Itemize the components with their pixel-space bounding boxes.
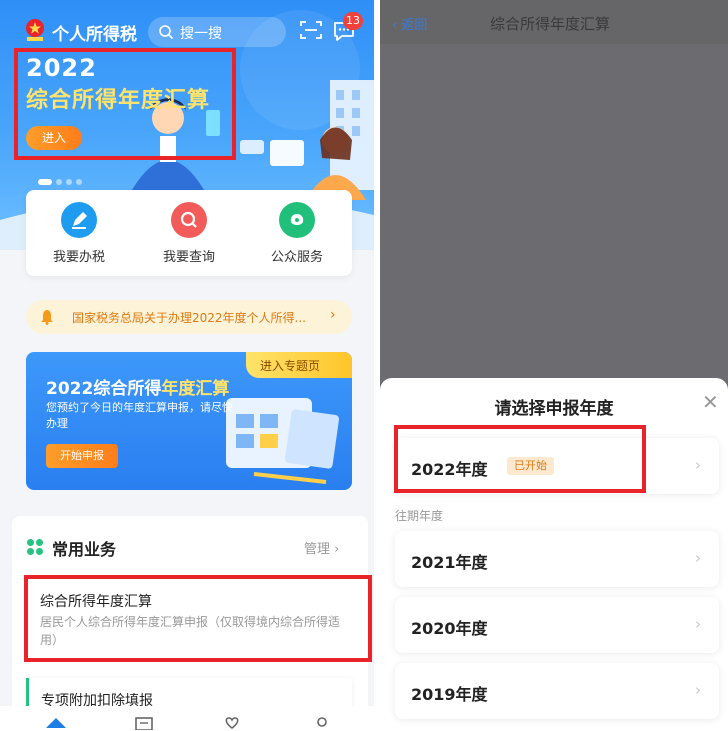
nav-bar: ‹ 返回 综合所得年度汇算: [380, 0, 728, 44]
carousel-dots: [38, 170, 86, 189]
search-icon: [159, 25, 174, 40]
quick-action-service[interactable]: 公众服务: [252, 202, 342, 265]
promo-card[interactable]: 进入专题页 2022综合所得年度汇算 您预约了今日的年度汇算申报，请尽快办理 开…: [26, 352, 352, 490]
quick-action-query[interactable]: 我要查询: [144, 202, 234, 265]
chevron-right-icon: ›: [695, 615, 701, 633]
promo-title: 2022综合所得年度汇算: [46, 379, 230, 399]
notice-text: 国家税务总局关于办理2022年度个人所得...: [72, 311, 306, 325]
home-tab-icon[interactable]: [44, 714, 68, 730]
year-option-past[interactable]: 2021年度 ›: [395, 531, 719, 587]
promo-description: 您预约了今日的年度汇算申报，请尽快办理: [46, 401, 233, 430]
promo-tag-label: 进入专题页: [260, 359, 321, 373]
back-button[interactable]: ‹ 返回: [392, 14, 427, 33]
close-icon[interactable]: ✕: [702, 390, 719, 414]
section-title: 常用业务: [52, 540, 117, 559]
bottom-tab-bar: [0, 706, 374, 731]
chevron-right-icon: ›: [330, 307, 336, 323]
service-icon: [279, 202, 315, 238]
sheet-title: 请选择申报年度: [494, 399, 614, 419]
nav-title: 综合所得年度汇算: [490, 15, 611, 33]
manage-link[interactable]: 管理 ›: [304, 538, 339, 557]
quick-action-label: 我要查询: [162, 250, 215, 265]
past-years-label: 往期年度: [395, 509, 444, 523]
year-label: 2020年度: [411, 619, 488, 638]
promo-topic-tag[interactable]: 进入专题页: [246, 352, 352, 378]
top-bar: 个人所得税 搜一搜 13: [0, 8, 374, 52]
year-option-past[interactable]: 2019年度 ›: [395, 663, 719, 719]
notice-bar[interactable]: 国家税务总局关于办理2022年度个人所得... ›: [26, 300, 352, 334]
search-icon: [171, 202, 207, 238]
quick-action-label: 我要办税: [52, 250, 105, 265]
year-label: 2019年度: [411, 685, 488, 704]
chevron-right-icon: ›: [695, 549, 701, 567]
app-home-screen: 个人所得税 搜一搜 13 2022 综合所得年度汇算 进入 我要办税 我要查询 …: [0, 0, 374, 731]
highlight-box-banner: [14, 48, 236, 160]
chevron-right-icon: ›: [695, 456, 701, 474]
search-placeholder: 搜一搜: [180, 26, 222, 42]
heart-tab-icon[interactable]: [220, 714, 244, 730]
quick-action-label: 公众服务: [270, 250, 323, 265]
scan-icon[interactable]: [300, 20, 322, 40]
year-label: 2021年度: [411, 553, 488, 572]
year-option-past[interactable]: 2020年度 ›: [395, 597, 719, 653]
quick-action-tax[interactable]: 我要办税: [34, 202, 124, 265]
chevron-right-icon: ›: [695, 681, 701, 699]
bell-icon: [41, 310, 53, 325]
start-filing-button[interactable]: 开始申报: [46, 444, 118, 468]
highlight-box-service: [24, 575, 372, 662]
pen-icon: [61, 202, 97, 238]
list-tab-icon[interactable]: [132, 714, 156, 730]
highlight-box-year: [394, 425, 646, 493]
search-input[interactable]: 搜一搜: [148, 17, 286, 47]
app-title: 个人所得税: [52, 25, 137, 45]
message-count-badge: 13: [343, 12, 363, 30]
tax-emblem-icon: [26, 19, 44, 41]
grid-icon: [27, 539, 43, 555]
quick-actions: 我要办税 我要查询 公众服务: [26, 190, 352, 276]
profile-tab-icon[interactable]: [310, 714, 334, 730]
year-select-screen: ‹ 返回 综合所得年度汇算 请选择申报年度 ✕ 2022年度 已开始 › 往期年…: [380, 0, 728, 731]
